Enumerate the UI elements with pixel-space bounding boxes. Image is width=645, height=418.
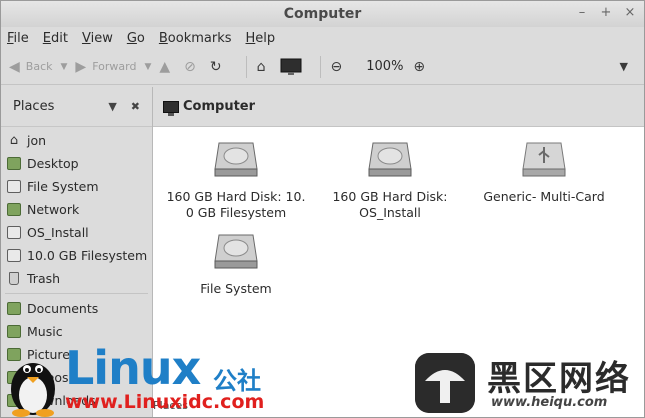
back-label: Back: [25, 60, 53, 73]
folder-icon: [7, 302, 21, 315]
sidebar-item-label: 10.0 GB Filesystem: [27, 248, 148, 263]
sidebar-item-label: jon: [27, 133, 47, 148]
hard-disk-icon: [368, 142, 412, 177]
zoom-in-button[interactable]: ⊕: [413, 59, 431, 75]
sidebar-item-trash[interactable]: Trash: [1, 267, 152, 290]
trash-icon: [9, 272, 19, 285]
penguin-logo-icon: [11, 363, 55, 417]
drive-item-label: Generic- Multi-Card: [483, 189, 605, 204]
forward-button[interactable]: ▶ Forward ▼: [75, 59, 151, 75]
network-icon: [7, 203, 21, 216]
sidebar-item-label: Network: [27, 202, 80, 217]
sidebar-title[interactable]: Places: [13, 99, 54, 114]
sidebar-item-jon[interactable]: ⌂ jon: [1, 129, 152, 152]
title-bar[interactable]: Computer – + ×: [1, 1, 644, 27]
drive-item-10gb-filesystem[interactable]: 160 GB Hard Disk: 10. 0 GB Filesystem: [161, 139, 311, 221]
sidebar-item-os-install[interactable]: OS_Install: [1, 221, 152, 244]
forward-history-dropdown[interactable]: ▼: [144, 62, 151, 72]
drive-icon: [7, 180, 21, 193]
forward-label: Forward: [92, 60, 137, 73]
computer-icon: [280, 58, 302, 75]
sidebar-close-button[interactable]: ✖: [131, 100, 140, 113]
sidebar-item-file-system[interactable]: File System: [1, 175, 152, 198]
drive-item-os-install[interactable]: 160 GB Hard Disk: OS_Install: [315, 139, 465, 221]
stop-button[interactable]: ⊘: [184, 59, 202, 75]
heiqu-watermark: 黑区网络 www.heiqu.com: [415, 351, 644, 417]
zoom-out-icon: ⊖: [330, 58, 343, 75]
up-button[interactable]: ▲: [159, 59, 176, 75]
home-button[interactable]: ⌂: [257, 59, 272, 75]
back-button[interactable]: ◀ Back ▼: [9, 59, 67, 75]
heiqu-url: www.heiqu.com: [491, 395, 608, 410]
computer-button[interactable]: [280, 58, 302, 76]
location-bar: Computer: [153, 87, 644, 127]
menu-bar: File Edit View Go Bookmarks Help: [1, 27, 644, 49]
linux-brand-text: Linux: [65, 341, 201, 395]
arrow-right-icon: ▶: [75, 58, 87, 75]
sidebar-item-music[interactable]: Music: [1, 320, 152, 343]
usb-drive-icon: [522, 142, 566, 177]
zoom-in-icon: ⊕: [413, 58, 426, 75]
toolbar: ◀ Back ▼ ▶ Forward ▼ ▲ ⊘ ↻ ⌂ ⊖ 100% ⊕ ▼: [1, 49, 644, 85]
linuxidc-watermark: Linux 公社 www.Linuxidc.com: [1, 341, 301, 417]
sidebar-divider: [5, 293, 148, 294]
maximize-button[interactable]: +: [600, 5, 612, 20]
hard-disk-icon: [214, 142, 258, 177]
hard-disk-icon: [214, 234, 258, 269]
menu-file[interactable]: File: [7, 31, 29, 46]
mushroom-logo-icon: [415, 353, 475, 413]
menu-go[interactable]: Go: [127, 31, 145, 46]
home-icon: ⌂: [256, 58, 266, 75]
minimize-button[interactable]: –: [576, 5, 588, 20]
stop-icon: ⊘: [184, 58, 196, 75]
sidebar-item-label: Desktop: [27, 156, 79, 171]
file-manager-window: Computer – + × File Edit View Go Bookmar…: [0, 0, 645, 418]
drive-item-label: File System: [200, 281, 272, 296]
sidebar-item-label: File System: [27, 179, 99, 194]
arrow-left-icon: ◀: [9, 58, 20, 75]
view-mode-dropdown[interactable]: ▼: [620, 60, 628, 73]
drive-item-file-system[interactable]: File System: [161, 231, 311, 297]
window-controls: – + ×: [576, 5, 636, 20]
location-label[interactable]: Computer: [183, 99, 255, 114]
chevron-down-icon: ▼: [619, 60, 628, 73]
sidebar-header: Places ▼ ✖: [1, 87, 152, 127]
close-button[interactable]: ×: [624, 5, 636, 20]
drive-icon: [7, 249, 21, 262]
desktop-icon: [7, 157, 21, 170]
sidebar-item-label: OS_Install: [27, 225, 89, 240]
sidebar-item-documents[interactable]: Documents: [1, 297, 152, 320]
sidebar-item-10gb-filesystem[interactable]: 10.0 GB Filesystem: [1, 244, 152, 267]
sidebar-item-label: Music: [27, 324, 63, 339]
zoom-level: 100%: [366, 59, 404, 74]
sidebar-item-label: Trash: [27, 271, 61, 286]
drive-item-multi-card[interactable]: Generic- Multi-Card: [469, 139, 619, 205]
menu-view[interactable]: View: [82, 31, 113, 46]
home-icon: ⌂: [9, 133, 19, 148]
sidebar-item-network[interactable]: Network: [1, 198, 152, 221]
zoom-out-button[interactable]: ⊖: [331, 59, 349, 75]
folder-icon: [7, 325, 21, 338]
back-history-dropdown[interactable]: ▼: [61, 62, 68, 72]
arrow-up-icon: ▲: [159, 58, 171, 75]
menu-edit[interactable]: Edit: [43, 31, 68, 46]
sidebar-item-desktop[interactable]: Desktop: [1, 152, 152, 175]
computer-icon: [163, 100, 179, 116]
drive-icon: [7, 226, 21, 239]
toolbar-separator: [245, 55, 247, 78]
reload-button[interactable]: ↻: [210, 59, 228, 75]
heiqu-brand-text: 黑区网络: [487, 359, 631, 399]
drive-item-label: 160 GB Hard Disk: OS_Install: [332, 189, 448, 220]
reload-icon: ↻: [209, 58, 222, 75]
window-title: Computer: [283, 6, 362, 22]
drive-item-label: 160 GB Hard Disk: 10. 0 GB Filesystem: [166, 189, 306, 220]
menu-help[interactable]: Help: [246, 31, 276, 46]
sidebar-type-dropdown[interactable]: ▼: [108, 100, 116, 113]
toolbar-separator: [319, 55, 321, 78]
menu-bookmarks[interactable]: Bookmarks: [159, 31, 232, 46]
sidebar-item-label: Documents: [27, 301, 99, 316]
linuxidc-url: www.Linuxidc.com: [65, 391, 265, 413]
